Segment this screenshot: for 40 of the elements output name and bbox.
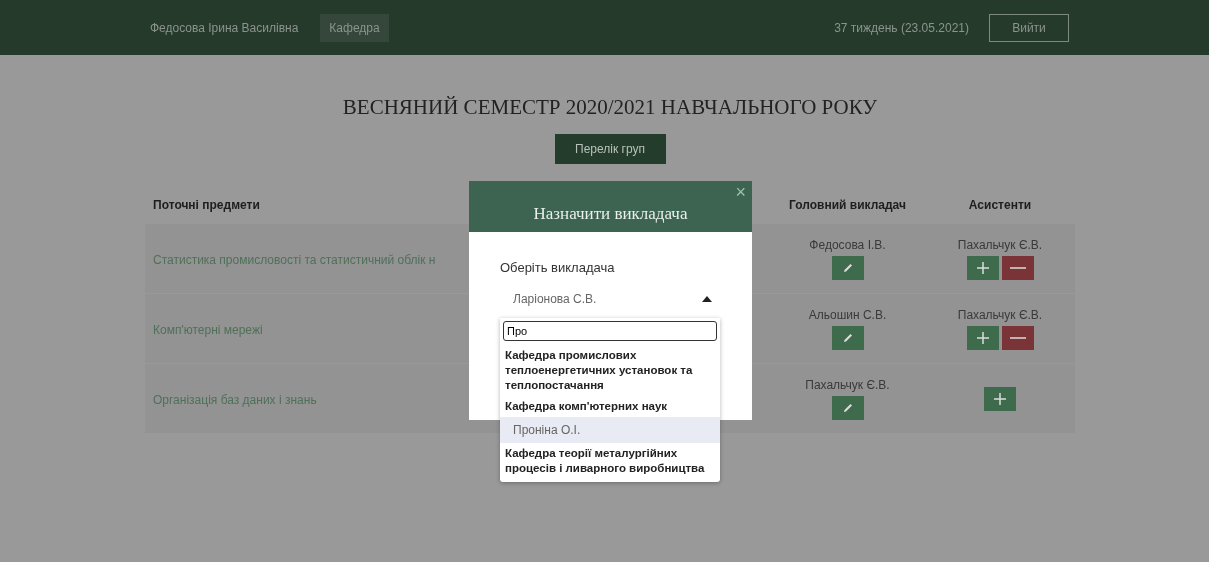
dropdown-option[interactable]: Проніна О.І. xyxy=(500,416,720,443)
minus-icon xyxy=(1009,265,1026,270)
plus-icon xyxy=(993,391,1007,406)
modal-title: Назначити викладача xyxy=(533,204,688,224)
minus-icon xyxy=(1009,335,1026,340)
edit-button[interactable] xyxy=(831,255,864,280)
remove-button[interactable] xyxy=(1001,325,1034,350)
column-header: Асистенти xyxy=(967,198,1033,212)
plus-icon xyxy=(975,330,990,345)
pencil-icon xyxy=(841,261,854,274)
add-button[interactable] xyxy=(966,255,999,280)
teacher-name: Федосова І.В. xyxy=(809,237,886,252)
pencil-icon xyxy=(841,401,854,414)
pencil-icon xyxy=(841,331,854,344)
close-button[interactable]: × xyxy=(735,183,746,201)
groups-button[interactable]: Перелік груп xyxy=(554,134,666,164)
group-heading: Кафедра теорії металургійних процесів і ливарного виробництва xyxy=(504,445,706,476)
nav-link[interactable]: Кафедра xyxy=(320,13,389,42)
teacher-select[interactable]: Ларіонова С.В. xyxy=(500,288,712,310)
page-title: ВЕСНЯНИЙ СЕМЕСТР 2020/2021 НАВЧАЛЬНОГО РОКУ xyxy=(341,95,879,120)
assistant-name: Пахальчук Є.В. xyxy=(957,237,1043,252)
column-header: Головний викладач xyxy=(788,198,907,212)
teacher-name: Альошин С.В. xyxy=(808,307,887,322)
caret-icon xyxy=(702,296,712,302)
column-header: Поточні предмети xyxy=(152,198,261,212)
group-heading: Кафедра промислових теплоенергетичних установок та теплопостачання xyxy=(504,348,694,393)
edit-button[interactable] xyxy=(831,325,864,350)
field-label: Оберіть викладача xyxy=(500,260,616,275)
assistant-name: Пахальчук Є.В. xyxy=(957,307,1043,322)
teacher-name: Пахальчук Є.В. xyxy=(805,377,890,392)
add-button[interactable] xyxy=(966,325,999,350)
user-name: Федосова Ірина Василівна xyxy=(150,20,299,35)
edit-button[interactable] xyxy=(831,395,864,420)
week-label: 37 тиждень (23.05.2021) xyxy=(834,20,969,35)
logout-button[interactable]: Вийти xyxy=(989,13,1069,42)
plus-icon xyxy=(975,260,990,275)
group-heading: Кафедра комп'ютерних наук xyxy=(504,398,669,414)
remove-button[interactable] xyxy=(1001,255,1034,280)
search-field[interactable]: Про xyxy=(503,321,717,341)
add-button[interactable] xyxy=(984,386,1016,411)
